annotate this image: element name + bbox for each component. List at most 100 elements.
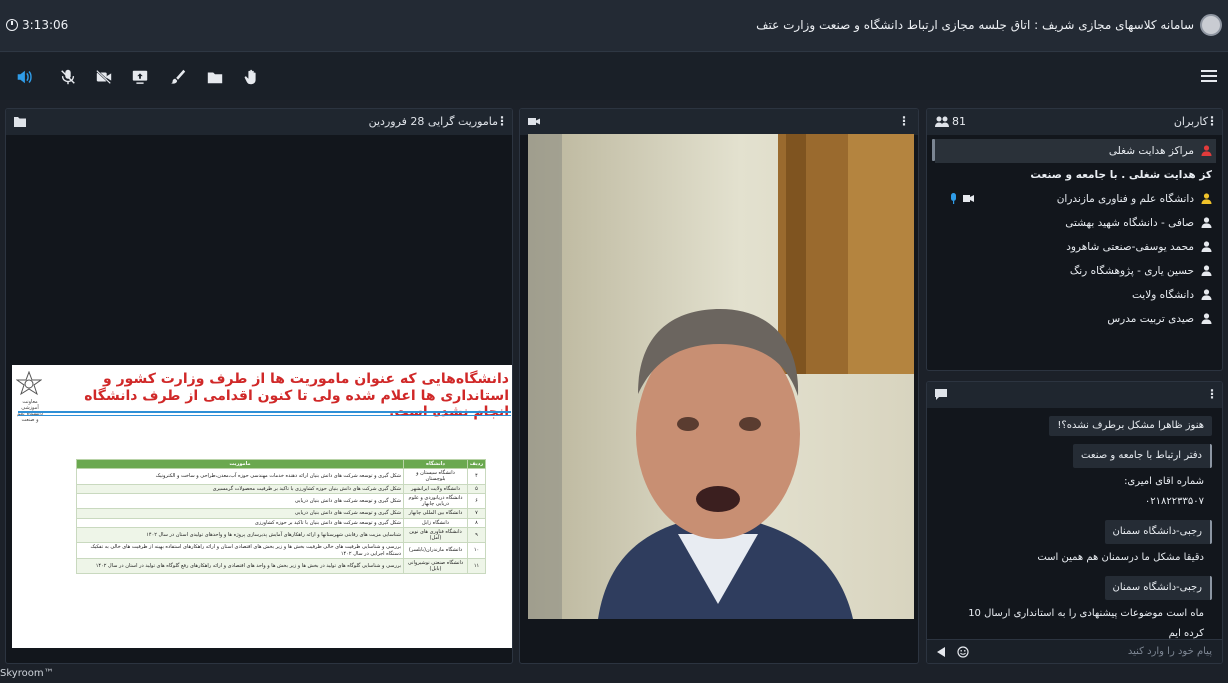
speaker-video (528, 134, 914, 619)
chat-message: هنوز ظاهرا مشکل برطرف نشده؟! (1049, 416, 1212, 436)
user-name: محمد یوسفی-صنعتی شاهرود (1066, 241, 1194, 253)
kebab-menu-icon[interactable]: ⋮ (898, 114, 910, 128)
table-cell: ۶ (467, 492, 486, 510)
table-cell: ۵ (467, 483, 486, 494)
chat-message-text: دفتر ارتباط با جامعه و صنعت (1081, 450, 1202, 461)
chat-message-text: ماه است موضوعات پیشنهادی را به استانداری… (968, 608, 1204, 619)
chat-message: دقیقا مشکل ما درسمنان هم همین است (937, 548, 1212, 568)
mic-off-icon[interactable] (56, 65, 80, 89)
table-cell: دانشگاه صنعتی نوشیروانی (بابل) (403, 557, 468, 575)
user-icon (1201, 241, 1212, 252)
table-cell: شکل گیری و توسعه شرکت های دانش بنیان ارا… (76, 468, 404, 485)
user-icon (1201, 313, 1212, 324)
speaker-icon[interactable] (12, 65, 36, 89)
table-cell: شکل گیری و توسعه شرکت های دانش بنیان دری… (76, 492, 404, 510)
user-icon (1201, 265, 1212, 276)
kebab-menu-icon[interactable]: ⋮ (1206, 387, 1218, 401)
users-title: کاربران (1173, 115, 1208, 128)
chat-message: ماه است موضوعات پیشنهادی را به استانداری… (937, 604, 1212, 644)
user-list-item[interactable]: دانشگاه علم و فناوری مازندران (935, 187, 1216, 211)
user-list-item[interactable]: کز هدایت شغلی . با جامعه و صنعت (935, 163, 1216, 187)
users-count: 81 (952, 115, 966, 128)
table-row: ۸ دانشگاه زابل شکل گیری و توسعه شرکت های د… (76, 517, 486, 528)
user-yellow-icon (1201, 193, 1212, 204)
chat-input[interactable]: پیام خود را وارد کنید (927, 639, 1222, 663)
table-cell: بررسی و شناسایی ظرفیت های خالی ظرفیت بخش… (76, 542, 404, 559)
chat-message-author: دفتر ارتباط با جامعه و صنعت (1073, 444, 1212, 468)
app-title: سامانه کلاسهای مجازی شریف : اتاق جلسه مج… (756, 18, 1194, 32)
kebab-menu-icon[interactable]: ⋮ (496, 114, 508, 128)
folder-icon (14, 117, 26, 127)
user-list-item[interactable]: مراکز هدایت شغلی (935, 139, 1216, 163)
camera-icon (528, 118, 540, 125)
folder-icon[interactable] (203, 65, 227, 89)
table-cell: ۱۰ (467, 542, 486, 559)
table-cell: ۷ (467, 508, 486, 519)
table-row: ۱۰ دانشگاه مازندران(بابلسر) بررسی و شناسای… (76, 542, 486, 559)
user-icon (1201, 289, 1212, 300)
user-name: مراکز هدایت شغلی (1108, 145, 1194, 157)
chat-message-author: رجبی-دانشگاه سمنان (1104, 576, 1212, 600)
chat-message-text: رجبی-دانشگاه سمنان (1112, 582, 1202, 593)
user-name: کز هدایت شغلی . با جامعه و صنعت (1030, 169, 1212, 181)
users-icon (935, 116, 949, 127)
presentation-panel: ماموریت گرایی 28 فروردین ⋮ معاونت آموزشی… (5, 108, 513, 664)
table-header: ردیف (467, 459, 486, 469)
table-cell: شکل گیری شرکت های دانش بنیان حوزه کشاورز… (76, 483, 404, 494)
brush-icon[interactable] (166, 65, 190, 89)
chat-panel: ⋮ هنوز ظاهرا مشکل برطرف نشده؟! دفتر ارتبا… (926, 381, 1223, 664)
table-row: ۷ دانشگاه بین المللی چابهار شکل گیری و توس… (76, 508, 486, 519)
user-name: دانشگاه ولایت (1131, 289, 1194, 301)
session-timer: 3:13:06 (6, 18, 68, 32)
chat-message-text: دقیقا مشکل ما درسمنان هم همین است (1037, 552, 1204, 563)
kebab-menu-icon[interactable]: ⋮ (1206, 114, 1218, 128)
emoji-icon[interactable] (957, 646, 969, 658)
footer-brand: Skyroom™ (0, 668, 54, 679)
timer-value: 3:13:06 (22, 18, 69, 32)
camera-off-icon[interactable] (92, 65, 116, 89)
title-bar: سامانه کلاسهای مجازی شریف : اتاق جلسه مج… (0, 0, 1228, 52)
user-name: دانشگاه علم و فناوری مازندران (1056, 193, 1194, 205)
user-icon (1201, 217, 1212, 228)
chat-message-text: شماره اقای امیری: (1124, 476, 1204, 487)
table-row: ۴ دانشگاه سیستان و بلوچستان شکل گیری و توس… (76, 468, 486, 485)
table-cell: ۹ (467, 526, 486, 544)
table-cell: بررسی و شناسایی گلوگاه های تولید در بخش … (76, 557, 404, 575)
slide-divider (18, 415, 511, 416)
presentation-header: ماموریت گرایی 28 فروردین ⋮ (6, 109, 512, 135)
user-list-item[interactable]: محمد یوسفی-صنعتی شاهرود (935, 235, 1216, 259)
users-header: 81 کاربران ⋮ (927, 109, 1222, 135)
table-cell: شکل گیری و توسعه شرکت های دانش بنیان دری… (76, 508, 404, 519)
user-list-item[interactable]: صافی - دانشگاه شهید بهشتی (935, 211, 1216, 235)
chat-header: ⋮ (927, 382, 1222, 408)
missions-table: ردیف دانشگاه ماموریت ۴ دانشگاه سیستان و ب… (76, 459, 486, 575)
chat-message-text: رجبی-دانشگاه سمنان (1112, 526, 1202, 537)
table-cell: ۸ (467, 517, 486, 528)
user-list-item[interactable]: حسین یاری - پژوهشگاه رنگ (935, 259, 1216, 283)
table-header: ماموریت (76, 459, 404, 469)
table-cell: دانشگاه سیستان و بلوچستان (403, 468, 468, 485)
video-panel: ⋮ (519, 108, 919, 664)
chat-message: شماره اقای امیری: ۰۲۱۸۲۲۳۳۵۰۷ (937, 472, 1212, 512)
video-header: ⋮ (520, 109, 918, 135)
send-icon[interactable] (935, 646, 947, 658)
user-list-item[interactable]: صیدی تربیت مدرس (935, 307, 1216, 331)
table-cell: دانشگاه زابل (403, 517, 468, 528)
chat-message-text: ۰۲۱۸۲۲۳۳۵۰۷ (1144, 496, 1204, 507)
screen-share-icon[interactable] (128, 65, 152, 89)
user-list-item[interactable]: دانشگاه ولایت (935, 283, 1216, 307)
table-cell: ۴ (467, 468, 486, 485)
table-cell: دانشگاه فناوری های نوین (آمل) (403, 526, 468, 544)
presentation-slide: معاونت آموزشی دانشگاه علم و صنعت دانشگاه… (12, 365, 512, 648)
chat-icon (935, 389, 947, 400)
table-row: ۹ دانشگاه فناوری های نوین (آمل) شناسایی مز… (76, 526, 486, 544)
table-cell: شکل گیری و توسعه شرکت های دانش بنیان با … (76, 517, 404, 528)
menu-icon[interactable] (1200, 67, 1218, 85)
table-cell: دانشگاه ولایت ایرانشهر (403, 483, 468, 494)
table-cell: دانشگاه بین المللی چابهار (403, 508, 468, 519)
hand-icon[interactable] (240, 65, 264, 89)
toolbar (0, 53, 1228, 100)
table-row: ۶ دانشگاه دریانوردی و علوم دریایی چابهار ش… (76, 492, 486, 510)
users-panel: 81 کاربران ⋮ مراکز هدایت شغلی کز هدایت شغ… (926, 108, 1223, 371)
slide-heading: دانشگاه‌هایی که عنوان ماموریت ها از طرف … (84, 371, 509, 420)
